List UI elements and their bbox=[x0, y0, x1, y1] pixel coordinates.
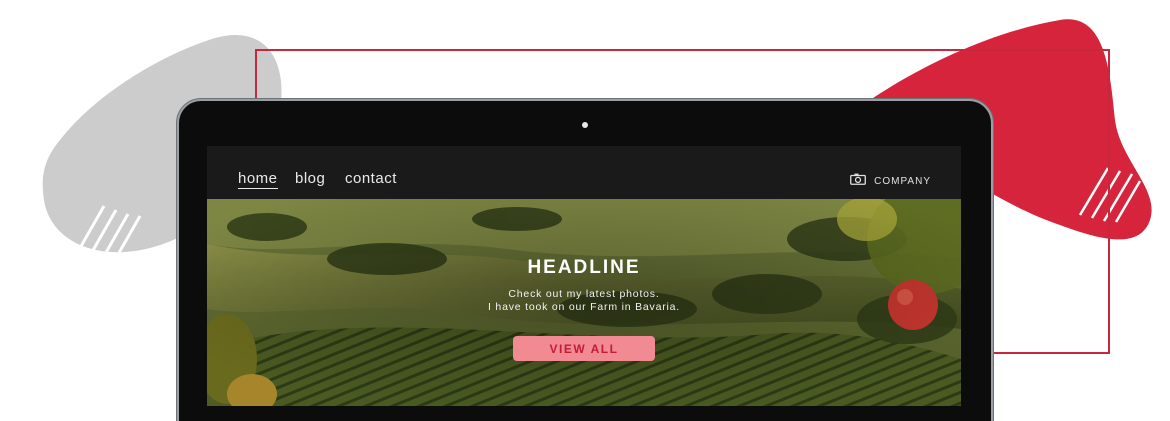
view-all-button[interactable]: VIEW ALL bbox=[513, 336, 655, 361]
camera-icon bbox=[850, 172, 867, 190]
laptop-screen: home blog contact COMPANY HEADLINE Check… bbox=[207, 146, 961, 406]
hero-subtext-line-1: Check out my latest photos. bbox=[508, 288, 660, 300]
nav-link-home[interactable]: home bbox=[238, 170, 278, 189]
hero-subtext: Check out my latest photos. I have took … bbox=[207, 288, 961, 314]
nav-link-blog[interactable]: blog bbox=[295, 170, 325, 187]
hero-headline: HEADLINE bbox=[527, 257, 641, 278]
hero-subtext-line-2: I have took on our Farm in Bavaria. bbox=[488, 301, 680, 313]
brand-label: COMPANY bbox=[874, 175, 931, 187]
webcam-dot bbox=[582, 122, 588, 128]
hero-content: HEADLINE Check out my latest photos. I h… bbox=[207, 199, 961, 406]
brand-link[interactable]: COMPANY bbox=[850, 172, 931, 190]
laptop-frame: home blog contact COMPANY HEADLINE Check… bbox=[179, 101, 991, 421]
nav-link-contact[interactable]: contact bbox=[345, 170, 397, 187]
site-navbar: home blog contact COMPANY bbox=[207, 146, 961, 199]
